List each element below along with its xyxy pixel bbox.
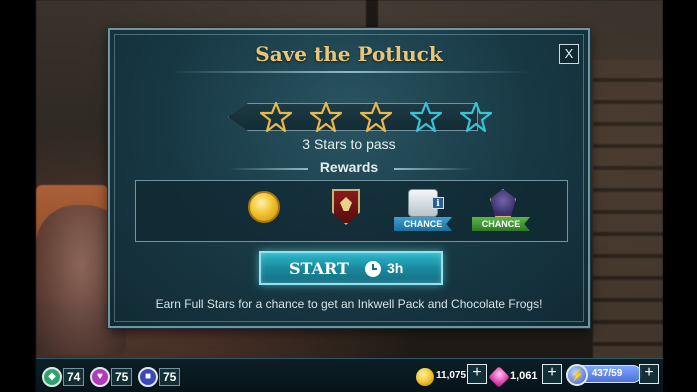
gem-icon [488, 366, 510, 388]
stat-value: 74 [63, 368, 85, 386]
buy-coins-button[interactable]: + [467, 364, 487, 384]
title-divider [170, 71, 528, 73]
shield-icon: ◆ [42, 367, 62, 387]
clock-icon [365, 261, 381, 277]
stat-value: 75 [111, 368, 133, 386]
star-required-icon [309, 101, 343, 133]
dialog-title: Save the Potluck [255, 42, 443, 66]
coin-icon [248, 191, 280, 223]
star-bonus-icon [409, 101, 443, 133]
close-button[interactable]: X [559, 44, 579, 64]
letterbox-left [0, 0, 36, 392]
buy-gems-button[interactable]: + [542, 364, 562, 384]
rewards-divider-right [394, 168, 474, 170]
start-label: START [289, 259, 349, 278]
reward-chocolate-frog[interactable]: CHANCE [472, 187, 532, 237]
gems-value: 1,061 [510, 370, 538, 382]
coin-icon [416, 368, 434, 386]
reward-inkwell-pack[interactable]: i CHANCE [394, 187, 454, 237]
reward-house-crest[interactable] [316, 187, 376, 237]
coins-value: 11,075 [436, 370, 467, 381]
letterbox-right [663, 0, 697, 392]
chocolate-frog-card-icon [490, 189, 516, 217]
pass-requirement: 3 Stars to pass [302, 136, 396, 152]
star-required-icon [359, 101, 393, 133]
chance-banner: CHANCE [394, 217, 452, 231]
star-rating [259, 101, 500, 133]
reward-coins[interactable] [236, 187, 296, 237]
star-bonus-icon [459, 101, 493, 133]
star-required-icon [259, 101, 293, 133]
heart-icon: ♥ [90, 367, 110, 387]
time-cost: 3h [387, 260, 404, 276]
rewards-list: i CHANCE CHANCE [135, 180, 568, 242]
buy-energy-button[interactable]: + [639, 364, 659, 384]
info-icon[interactable]: i [432, 197, 444, 209]
chance-banner: CHANCE [472, 217, 530, 231]
stat-value: 75 [159, 368, 181, 386]
challenge-dialog: Save the Potluck X 3 Stars to pass Rewar… [108, 28, 590, 328]
background-stairs [593, 60, 663, 360]
bottom-hud: ◆ 74 ♥ 75 ■ 75 11,075 + 1,061 + 437/59 ⚡… [36, 358, 663, 392]
reward-hint: Earn Full Stars for a chance to get an I… [155, 297, 543, 311]
book-icon: ■ [138, 367, 158, 387]
energy-icon: ⚡ [566, 364, 588, 386]
rewards-heading: Rewards [319, 159, 379, 175]
start-button[interactable]: START 3h [259, 251, 443, 285]
